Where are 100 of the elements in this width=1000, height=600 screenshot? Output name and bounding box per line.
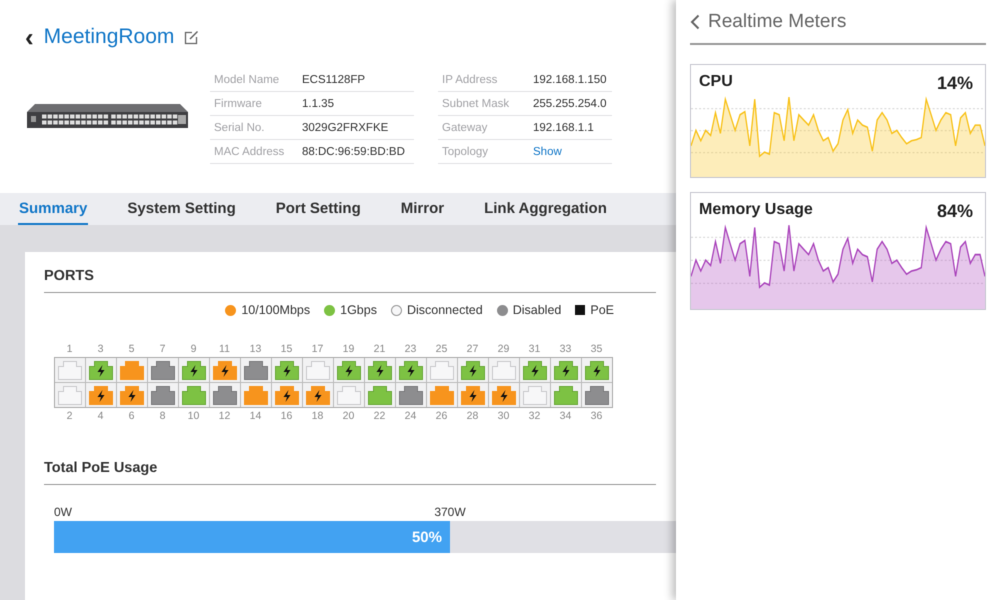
port-number: 2 [66,409,74,424]
port-number: 18 [310,409,324,424]
legend-label: 1Gbps [340,303,377,317]
meter-name: Memory Usage [699,201,813,220]
port-cell[interactable] [86,382,117,407]
usage-percent: 50% [412,528,443,546]
field-label: Firmware [210,92,298,116]
port-number: 26 [434,409,448,424]
port-cell[interactable] [55,382,86,407]
field-label: Topology [438,140,529,164]
port-cell[interactable] [303,358,334,382]
port-cell[interactable] [520,382,551,407]
field-value: 3029G2FRXFKE [298,116,414,140]
port-cell[interactable] [303,382,334,407]
port-cell[interactable] [55,358,86,382]
port-cell[interactable] [520,358,551,382]
port-number: 21 [372,342,386,357]
port-number: 19 [342,342,356,357]
port-cell[interactable] [272,358,303,382]
port-number: 12 [218,409,232,424]
port-cell[interactable] [272,382,303,407]
port-cell[interactable] [551,382,582,407]
tab[interactable]: Port Setting [274,193,362,225]
port-number: 36 [590,409,604,424]
port-cell[interactable] [396,358,427,382]
port-number: 15 [280,342,294,357]
legend-label: Disabled [512,303,562,317]
port-number: 4 [96,409,104,424]
field-label: Gateway [438,116,529,140]
field-label: MAC Address [210,140,298,164]
field-value: 255.255.254.0 [529,92,612,116]
port-number: 1 [66,342,74,357]
port-cell[interactable] [148,382,179,407]
port-number: 9 [190,342,198,357]
field-value: 1.1.35 [298,92,414,116]
port-number: 16 [280,409,294,424]
port-cell[interactable] [117,358,148,382]
port-cell[interactable] [334,382,365,407]
field-value: 88:DC:96:59:BD:BD [298,140,414,164]
topology-link[interactable]: Show [533,146,562,158]
port-number: 28 [466,409,480,424]
port-number: 20 [342,409,356,424]
port-number: 11 [218,342,231,357]
port-number: 22 [372,409,386,424]
port-number: 8 [158,409,166,424]
edit-icon[interactable] [184,30,200,44]
port-number: 31 [528,342,542,357]
port-cell[interactable] [365,382,396,407]
max-label: 370W [434,505,466,519]
section-heading: PORTS [44,268,656,293]
port-number: 33 [558,342,572,357]
port-cell[interactable] [210,358,241,382]
port-number: 7 [158,342,166,357]
legend-label: 10/100Mbps [241,303,310,317]
port-number: 34 [558,409,572,424]
port-cell[interactable] [427,358,458,382]
tab[interactable]: Mirror [400,193,446,225]
port-cell[interactable] [210,382,241,407]
port-number: 24 [404,409,418,424]
port-cell[interactable] [489,358,520,382]
field-label: Model Name [210,68,298,92]
field-label: IP Address [438,68,529,92]
port-cell[interactable] [241,382,272,407]
port-cell[interactable] [458,382,489,407]
port-number: 30 [496,409,510,424]
legend-label: PoE [590,303,614,317]
port-cell[interactable] [179,358,210,382]
port-cell[interactable] [148,358,179,382]
port-number: 10 [186,409,200,424]
field-label: Subnet Mask [438,92,529,116]
port-number: 23 [404,342,418,357]
port-cell[interactable] [117,382,148,407]
min-label: 0W [54,505,72,521]
port-cell[interactable] [489,382,520,407]
port-cell[interactable] [365,358,396,382]
field-value: 192.168.1.150 [529,68,612,92]
panel-title: Realtime Meters [708,10,846,32]
port-cell[interactable] [396,382,427,407]
field-value: 192.168.1.1 [529,116,612,140]
port-cell[interactable] [458,358,489,382]
port-number: 5 [128,342,136,357]
device-title: MeetingRoom [44,25,174,49]
port-cell[interactable] [551,358,582,382]
legend-label: Disconnected [406,303,483,317]
port-number: 35 [590,342,604,357]
tab[interactable]: Link Aggregation [483,193,608,225]
section-heading: Total PoE Usage [44,460,656,485]
meter-reading: 14% [936,73,973,94]
port-cell[interactable] [427,382,458,407]
port-number: 3 [96,342,104,357]
port-cell[interactable] [86,358,117,382]
tab[interactable]: System Setting [126,193,237,225]
port-cell[interactable] [334,358,365,382]
back-chevron-icon[interactable] [690,14,700,30]
field-value: ECS1128FP [298,68,414,92]
port-cell[interactable] [179,382,210,407]
back-button[interactable]: ‹ [25,27,34,47]
port-cell[interactable] [241,358,272,382]
port-number: 29 [496,342,510,357]
meter-reading: 84% [936,201,973,222]
